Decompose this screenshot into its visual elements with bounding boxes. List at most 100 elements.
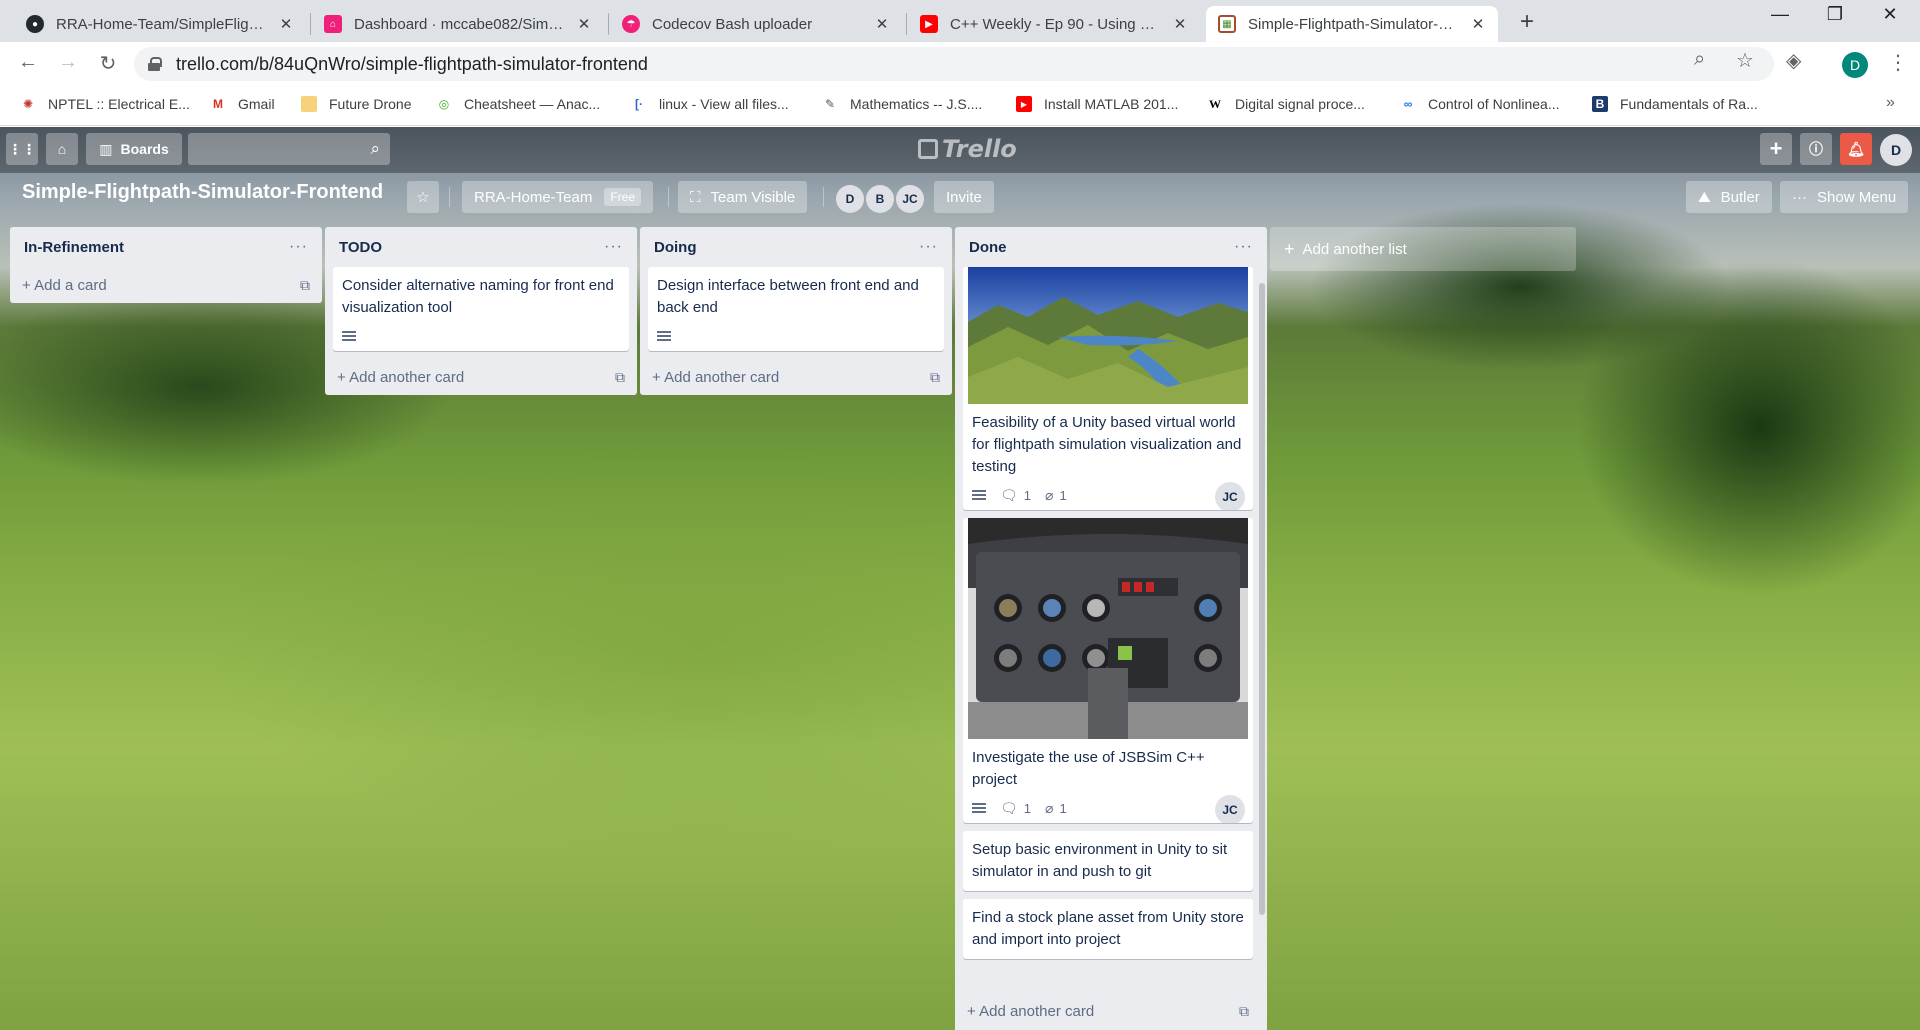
add-list-button[interactable]: + Add another list <box>1270 227 1576 271</box>
list-header: Done ··· <box>955 227 1267 267</box>
home-icon[interactable]: ⌂ <box>46 133 78 165</box>
card-template-icon[interactable]: ⧉ <box>300 277 310 294</box>
card-template-icon[interactable]: ⧉ <box>1239 1003 1249 1020</box>
card-member-avatar[interactable]: JC <box>1215 795 1245 823</box>
card-badges: 🗨︎ 1 ⌀ 1 JC <box>963 482 1253 510</box>
trello-logo[interactable]: Trello <box>918 135 1017 163</box>
card[interactable]: Setup basic environment in Unity to sit … <box>963 831 1253 891</box>
search-icon: ⌕ <box>370 139 380 158</box>
add-card-button[interactable]: + Add another card ⧉ <box>325 359 637 395</box>
card-badges: 🗨︎ 1 ⌀ 1 JC <box>963 795 1253 823</box>
butler-icon: ⛰ <box>1698 188 1711 206</box>
minimize-window-button[interactable]: — <box>1760 4 1800 25</box>
member-avatar[interactable]: D <box>836 185 864 213</box>
plus-icon: + <box>337 368 350 386</box>
card[interactable]: Find a stock plane asset from Unity stor… <box>963 899 1253 959</box>
bookmark-nptel[interactable]: ✺ NPTEL :: Electrical E... <box>20 96 190 112</box>
card[interactable]: Investigate the use of JSBSim C++ projec… <box>963 518 1253 823</box>
list-title[interactable]: Doing <box>654 239 697 256</box>
tab-title: Dashboard · mccabe082/SimpleFlightpath <box>354 15 568 33</box>
add-card-button[interactable]: + Add another card ⧉ <box>955 993 1261 1029</box>
bookmark-linux[interactable]: [· linux - View all files... <box>631 96 789 112</box>
reload-button[interactable]: ↻ <box>96 51 120 76</box>
bookmark-control[interactable]: ∞ Control of Nonlinea... <box>1400 96 1560 112</box>
bookmark-future-drone[interactable]: Future Drone <box>301 96 411 112</box>
pen-icon: ✎ <box>824 97 836 111</box>
notification-bell-icon[interactable]: 🔔︎ <box>1840 133 1872 165</box>
member-avatar[interactable]: B <box>866 185 894 213</box>
plus-icon: + <box>22 276 35 294</box>
browser-tab-codecov-dashboard[interactable]: ⌂ Dashboard · mccabe082/SimpleFlightpath… <box>312 6 604 42</box>
close-tab-icon[interactable]: ✕ <box>576 15 592 33</box>
bookmark-matlab[interactable]: ▶ Install MATLAB 201... <box>1016 96 1178 112</box>
back-button[interactable]: ← <box>16 51 40 74</box>
member-avatar[interactable]: JC <box>896 185 924 213</box>
show-menu-button[interactable]: ··· Show Menu <box>1780 181 1909 213</box>
close-window-button[interactable]: ✕ <box>1870 4 1910 25</box>
list-scrollbar[interactable] <box>1259 277 1265 933</box>
create-icon[interactable]: + <box>1760 133 1792 165</box>
card-title: Design interface between front end and b… <box>657 277 919 316</box>
bookmark-mathematics[interactable]: ✎ Mathematics -- J.S.... <box>822 96 982 112</box>
close-tab-icon[interactable]: ✕ <box>278 15 294 33</box>
card-template-icon[interactable]: ⧉ <box>930 369 940 386</box>
card-title: Find a stock plane asset from Unity stor… <box>972 909 1244 948</box>
maximize-window-button[interactable]: ❐ <box>1815 4 1855 25</box>
board-title[interactable]: Simple-Flightpath-Simulator-Frontend <box>22 181 383 204</box>
more-bookmarks-icon[interactable]: » <box>1886 94 1895 112</box>
zoom-icon[interactable]: ⌕ <box>1694 48 1705 71</box>
card[interactable]: Consider alternative naming for front en… <box>333 267 629 351</box>
profile-avatar[interactable]: D <box>1842 52 1868 78</box>
list-title[interactable]: Done <box>969 239 1007 256</box>
browser-tab-youtube[interactable]: ▶ C++ Weekly - Ep 90 - Using Code Covera… <box>908 6 1200 42</box>
visibility-button[interactable]: ⛶ Team Visible <box>678 181 808 213</box>
list-title[interactable]: In-Refinement <box>24 239 124 256</box>
invite-button[interactable]: Invite <box>934 181 994 213</box>
bookmark-label: Control of Nonlinea... <box>1428 96 1560 112</box>
bookmark-dsp[interactable]: W Digital signal proce... <box>1207 96 1365 112</box>
bookmark-label: Install MATLAB 201... <box>1044 96 1179 112</box>
list-menu-icon[interactable]: ··· <box>1234 238 1253 256</box>
attachment-count: 1 <box>1059 487 1067 503</box>
browser-tab-github[interactable]: ● RRA-Home-Team/SimpleFlightpath-Simulat… <box>14 6 306 42</box>
star-board-icon[interactable]: ☆ <box>407 181 439 213</box>
card-member-avatar[interactable]: JC <box>1215 482 1245 510</box>
card[interactable]: Feasibility of a Unity based virtual wor… <box>963 267 1253 510</box>
info-icon[interactable]: ⓘ <box>1800 133 1832 165</box>
comment-count: 1 <box>1023 800 1032 816</box>
browser-tab-trello[interactable]: ▦ Simple-Flightpath-Simulator-Frontend |… <box>1206 6 1498 42</box>
team-button[interactable]: RRA-Home-Team Free <box>462 181 654 213</box>
trello-logo-icon <box>918 139 938 159</box>
browser-tab-codecov-uploader[interactable]: ☂ Codecov Bash uploader ✕ <box>610 6 902 42</box>
list-menu-icon[interactable]: ··· <box>289 238 308 256</box>
browser-menu-icon[interactable]: ⋮ <box>1888 50 1908 75</box>
forward-button[interactable]: → <box>56 51 80 74</box>
lock-icon <box>148 57 162 71</box>
address-bar[interactable]: trello.com/b/84uQnWro/simple-flightpath-… <box>134 47 1774 81</box>
bookmark-star-icon[interactable]: ☆ <box>1736 48 1754 73</box>
new-tab-button[interactable]: + <box>1520 8 1534 36</box>
extension-icon[interactable]: ◈ <box>1786 48 1801 73</box>
search-input[interactable]: ⌕ <box>188 133 390 165</box>
add-card-button[interactable]: + Add another card ⧉ <box>640 359 952 395</box>
list-cards: Feasibility of a Unity based virtual wor… <box>955 267 1267 991</box>
list-title[interactable]: TODO <box>339 239 382 256</box>
apps-icon[interactable]: ⋮⋮ <box>6 133 38 165</box>
close-tab-icon[interactable]: ✕ <box>1470 15 1486 33</box>
bookmark-gmail[interactable]: M Gmail <box>210 96 275 112</box>
member-avatar[interactable]: D <box>1880 134 1912 166</box>
bookmark-fundamentals[interactable]: B Fundamentals of Ra... <box>1592 96 1758 112</box>
close-tab-icon[interactable]: ✕ <box>1172 15 1188 33</box>
boards-button[interactable]: ▥ Boards <box>86 133 182 165</box>
add-card-button[interactable]: + Add a card ⧉ <box>10 267 322 303</box>
list-menu-icon[interactable]: ··· <box>919 238 938 256</box>
close-tab-icon[interactable]: ✕ <box>874 15 890 33</box>
list-menu-icon[interactable]: ··· <box>604 238 623 256</box>
butler-button[interactable]: ⛰ Butler <box>1686 181 1772 213</box>
bookmark-cheatsheet[interactable]: ◎ Cheatsheet — Anac... <box>436 96 600 112</box>
add-card-label: Add another card <box>664 368 780 386</box>
card[interactable]: Design interface between front end and b… <box>648 267 944 351</box>
card-badges <box>648 327 944 351</box>
card-template-icon[interactable]: ⧉ <box>615 369 625 386</box>
anaconda-icon: ◎ <box>438 97 450 111</box>
